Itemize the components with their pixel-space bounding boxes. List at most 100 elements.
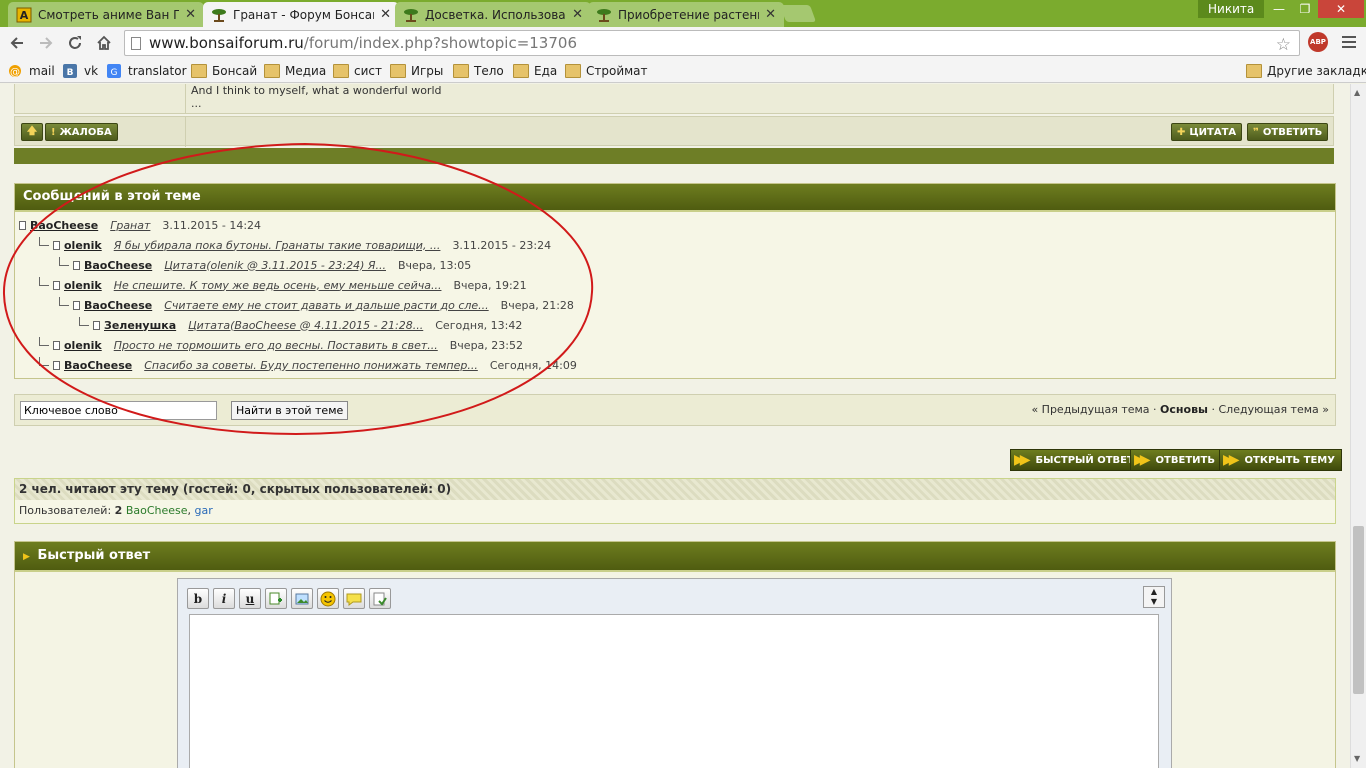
insert-image-icon[interactable] (291, 588, 313, 609)
spellcheck-icon[interactable] (369, 588, 391, 609)
tree-author-link[interactable]: BaoCheese (84, 299, 152, 312)
other-bookmarks[interactable]: Другие закладки (1246, 62, 1366, 80)
double-chevron-icon: ▶▶ (1134, 452, 1150, 468)
bookmark-label: Медиа (285, 64, 327, 78)
nav-separator: · (1153, 403, 1157, 416)
tree-author-link[interactable]: BaoCheese (30, 219, 98, 232)
bookmark-folder[interactable]: Еда (513, 62, 557, 80)
bold-icon[interactable]: b (187, 588, 209, 609)
bookmark-folder[interactable]: Тело (453, 62, 504, 80)
tree-author-link[interactable]: olenik (64, 339, 102, 352)
reply-topic-button[interactable]: ▶▶ ОТВЕТИТЬ (1130, 449, 1222, 471)
scrollbar-thumb[interactable] (1353, 526, 1364, 694)
tree-connector (59, 257, 69, 266)
reply-textarea[interactable] (189, 614, 1159, 768)
tab-dosvetka[interactable]: Досветка. Использовани ✕ (395, 2, 591, 27)
tree-row: olenik Просто не тормошить его до весны. … (39, 336, 523, 354)
bookmark-vk[interactable]: B vk (63, 62, 98, 80)
new-tab-button[interactable] (779, 5, 817, 22)
folder-icon (390, 64, 406, 78)
address-bar[interactable]: www.bonsaiforum.ru/forum/index.php?showt… (124, 30, 1300, 56)
bookmark-folder[interactable]: Медиа (264, 62, 326, 80)
bookmark-folder[interactable]: сист (333, 62, 382, 80)
close-icon[interactable]: ✕ (765, 7, 776, 22)
bookmark-mail[interactable]: @ mail (8, 62, 55, 80)
tree-author-link[interactable]: olenik (64, 279, 102, 292)
close-icon[interactable]: ✕ (185, 7, 196, 22)
profile-button[interactable]: Никита (1198, 0, 1265, 18)
search-button[interactable]: Найти в этой теме (231, 401, 349, 420)
back-icon[interactable] (7, 33, 27, 53)
user-link[interactable]: BaoCheese (126, 504, 188, 517)
report-button[interactable]: ! ЖАЛОБА (45, 123, 118, 141)
tree-post-link[interactable]: Не спешите. К тому же ведь осень, ему ме… (114, 279, 442, 292)
menu-icon[interactable] (1340, 33, 1358, 51)
bookmark-folder[interactable]: Игры (390, 62, 443, 80)
quote-button[interactable]: ✚ ЦИТАТА (1171, 123, 1243, 141)
tree-post-date: Вчера, 13:05 (398, 258, 472, 272)
topic-tree: Сообщений в этой теме BaoCheese Гранат 3.1… (14, 183, 1336, 379)
scroll-down-icon[interactable]: ▼ (1354, 754, 1360, 763)
bookmark-folder[interactable]: Строймат (565, 62, 648, 80)
folder-icon (191, 64, 207, 78)
tab-plants[interactable]: Приобретение растений ✕ (588, 2, 784, 27)
document-icon (19, 220, 26, 230)
reload-icon[interactable] (65, 33, 85, 53)
maximize-icon[interactable]: ❐ (1292, 0, 1318, 18)
close-icon[interactable]: ✕ (572, 7, 583, 22)
forward-icon[interactable] (36, 33, 56, 53)
tree-connector (79, 317, 89, 326)
italic-icon[interactable]: i (213, 588, 235, 609)
tree-author-link[interactable]: Зеленушка (104, 319, 176, 332)
scroll-top-button[interactable]: 🡅 (21, 123, 43, 141)
svg-text:G: G (111, 68, 118, 78)
tree-post-link[interactable]: Считаете ему не стоит давать и дальше ра… (164, 299, 488, 312)
user-link[interactable]: gar (195, 504, 213, 517)
tree-post-link[interactable]: Цитата(olenik @ 3.11.2015 - 23:24) Я... (164, 259, 386, 272)
topic-search-bar: Найти в этой теме « Предыдущая тема · Ос… (14, 394, 1336, 426)
active-users-box: 2 чел. читают эту тему (гостей: 0, скрыт… (14, 478, 1336, 524)
bookmark-translator[interactable]: G translator (107, 62, 187, 80)
tree-author-link[interactable]: olenik (64, 239, 102, 252)
star-icon[interactable]: ☆ (1276, 33, 1291, 57)
bookmark-label: Игры (411, 64, 444, 78)
underline-icon[interactable]: u (239, 588, 261, 609)
home-icon[interactable] (94, 33, 114, 53)
fast-reply-button[interactable]: ▶▶ БЫСТРЫЙ ОТВЕТ (1010, 449, 1141, 471)
reply-button[interactable]: ❞ ОТВЕТИТЬ (1247, 123, 1329, 141)
tab-title: Смотреть аниме Ван Пис (38, 7, 180, 22)
tree-connector (39, 337, 49, 346)
bookmark-folder[interactable]: Бонсай (191, 62, 257, 80)
insert-link-icon[interactable] (265, 588, 287, 609)
tree-author-link[interactable]: BaoCheese (64, 359, 132, 372)
tree-post-link[interactable]: Спасибо за советы. Буду постепенно пониж… (144, 359, 478, 372)
tree-post-link[interactable]: Я бы убирала пока бутоны. Гранаты такие … (114, 239, 441, 252)
new-topic-button[interactable]: ▶▶ ОТКРЫТЬ ТЕМУ (1219, 449, 1342, 471)
emoticon-icon[interactable] (317, 588, 339, 609)
tab-bonsai-forum[interactable]: Гранат - Форум Бонсай ✕ (203, 2, 399, 27)
tab-anime[interactable]: A Смотреть аниме Ван Пис ✕ (8, 2, 204, 27)
tree-row: Зеленушка Цитата(BaoCheese @ 4.11.2015 - … (79, 316, 522, 334)
editor-resize-icon[interactable]: ▲ ▼ (1143, 586, 1165, 608)
quote-icon[interactable] (343, 588, 365, 609)
tree-row: olenik Не спешите. К тому же ведь осень, … (39, 276, 527, 294)
quick-reply-header[interactable]: ▶ Быстрый ответ (15, 542, 1335, 572)
bookmark-label: Тело (474, 64, 504, 78)
minimize-icon[interactable]: — (1266, 0, 1292, 18)
search-input[interactable] (20, 401, 217, 420)
next-topic-link[interactable]: Следующая тема » (1218, 403, 1329, 416)
page-scrollbar[interactable]: ▲ ▼ (1350, 84, 1366, 768)
tree-post-link[interactable]: Гранат (110, 219, 150, 232)
window-close-icon[interactable]: ✕ (1318, 0, 1364, 18)
tree-post-link[interactable]: Просто не тормошить его до весны. Постав… (114, 339, 438, 352)
divider (185, 117, 186, 147)
close-icon[interactable]: ✕ (380, 7, 391, 22)
tree-post-link[interactable]: Цитата(BaoCheese @ 4.11.2015 - 21:28... (188, 319, 423, 332)
document-icon (53, 280, 60, 290)
tree-author-link[interactable]: BaoCheese (84, 259, 152, 272)
prev-topic-link[interactable]: « Предыдущая тема (1031, 403, 1149, 416)
scroll-up-icon[interactable]: ▲ (1354, 88, 1360, 97)
forum-section-link[interactable]: Основы (1160, 403, 1208, 416)
tree-header: Сообщений в этой теме (15, 184, 1335, 212)
adblock-icon[interactable]: ABP (1308, 32, 1328, 52)
